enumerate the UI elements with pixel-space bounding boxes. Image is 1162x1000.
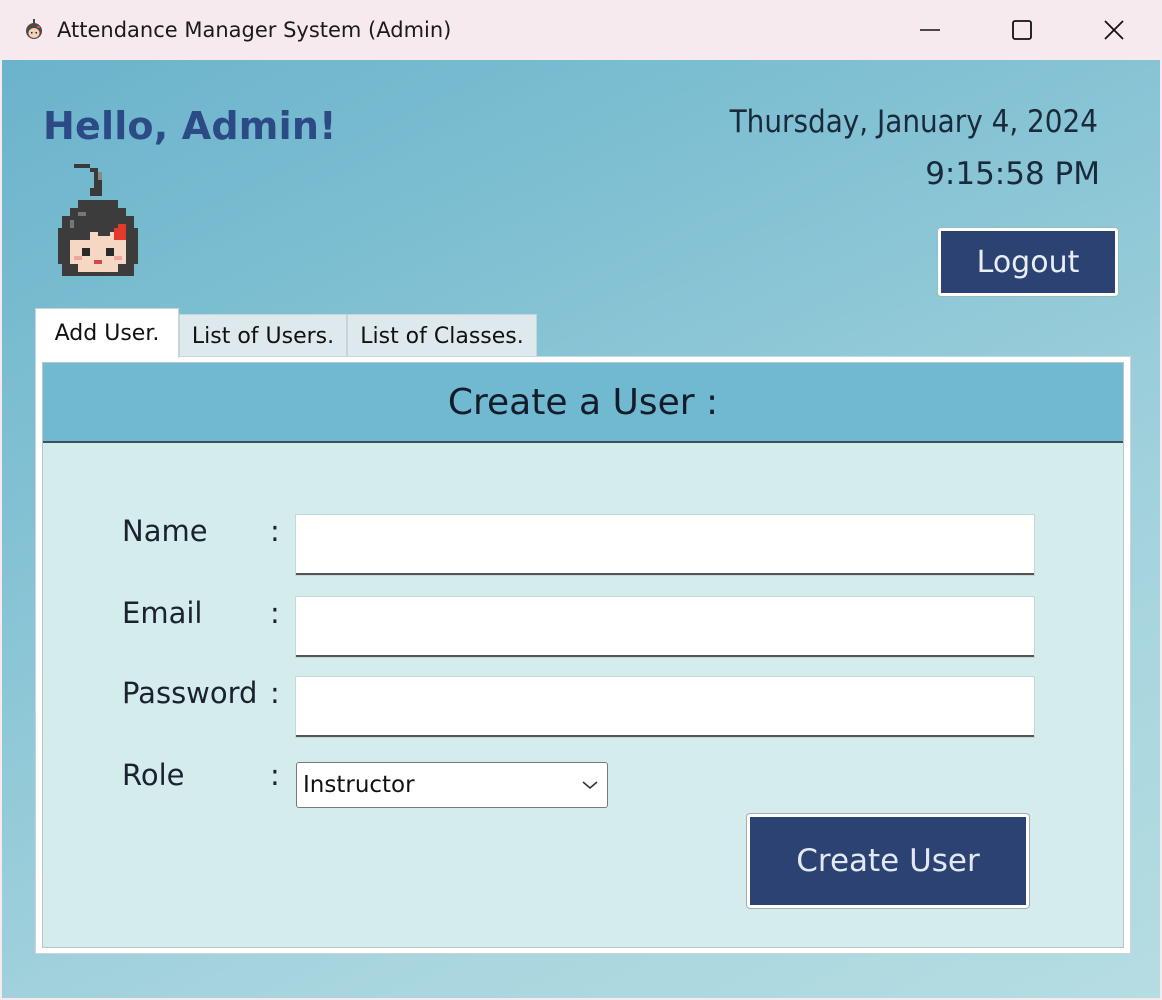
tab-list-of-classes[interactable]: List of Classes. [347,314,537,358]
maximize-button[interactable] [998,10,1046,50]
name-colon: : [270,514,280,548]
name-input[interactable] [296,515,1034,575]
current-time: 9:15:58 PM [925,156,1100,192]
title-bar: Attendance Manager System (Admin) [0,0,1162,60]
maximize-icon [1012,20,1032,40]
role-colon: : [270,758,280,792]
password-label: Password [122,676,258,710]
logout-button[interactable]: Logout [938,228,1118,296]
pixel-girl-avatar-icon [58,164,138,276]
email-colon: : [270,596,280,630]
app-icon [26,19,42,39]
close-button[interactable] [1090,10,1138,50]
window-title: Attendance Manager System (Admin) [57,18,452,42]
name-label: Name [122,514,208,548]
password-input[interactable] [296,677,1034,737]
role-select[interactable]: Instructor [296,762,608,808]
password-colon: : [270,676,280,710]
create-user-button[interactable]: Create User [747,814,1029,908]
add-user-tab-page: Create a User : Name : Email : Password … [35,356,1131,954]
current-date: Thursday, January 4, 2024 [729,104,1098,140]
form-heading: Create a User : [43,363,1123,443]
create-user-panel: Create a User : Name : Email : Password … [42,362,1124,948]
minimize-icon [920,29,940,31]
greeting-text: Hello, Admin! [43,104,337,148]
minimize-button[interactable] [906,10,954,50]
role-label: Role [122,758,185,792]
tab-list-of-users[interactable]: List of Users. [179,314,347,358]
email-label: Email [122,596,203,630]
role-selected-value: Instructor [303,772,415,798]
close-icon [1104,20,1124,40]
main-window: Hello, Admin! Thursday, January 4, 2024 … [2,60,1160,998]
chevron-down-icon [582,781,598,790]
tab-add-user[interactable]: Add User. [35,308,179,358]
email-input[interactable] [296,597,1034,657]
